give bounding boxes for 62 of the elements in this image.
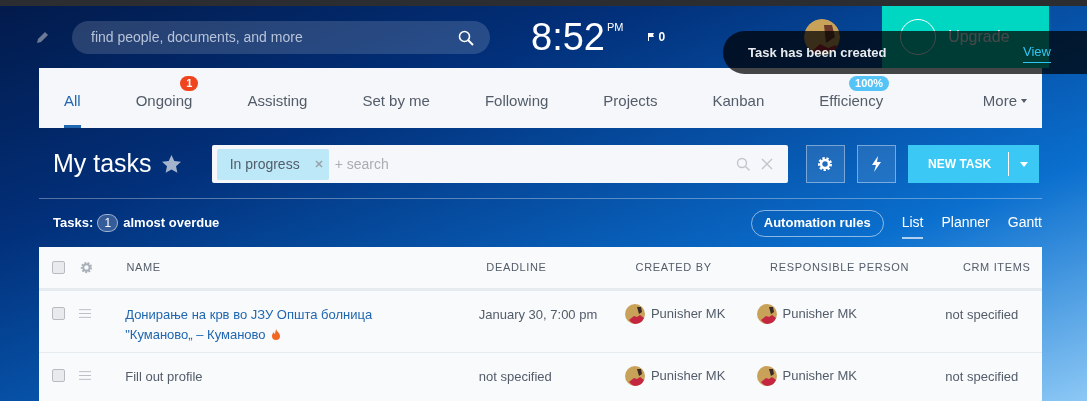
checkbox[interactable] <box>52 261 65 274</box>
tab[interactable]: Projects <box>603 91 658 128</box>
crm-text: not specified <box>945 306 1020 324</box>
drag-handle-icon[interactable] <box>78 371 92 380</box>
tab[interactable]: Assisting <box>247 91 308 128</box>
search-input[interactable]: + search <box>334 153 736 175</box>
filter-chip[interactable]: In progress <box>216 148 329 180</box>
avatar-icon <box>756 304 777 324</box>
settings-button[interactable] <box>805 145 845 183</box>
tab[interactable]: Efficiency <box>819 91 884 128</box>
flag-count: 0 <box>658 29 666 46</box>
toast-message: Task has been created <box>748 43 887 62</box>
responsible-name[interactable]: Punisher MK <box>782 366 857 386</box>
tab[interactable]: All <box>64 91 81 128</box>
clock-time: 8:52 <box>531 18 605 56</box>
automation-button[interactable] <box>856 145 896 183</box>
view-tab[interactable]: List <box>901 207 924 239</box>
clear-icon[interactable] <box>760 158 773 170</box>
column-header[interactable]: NAME <box>126 259 487 276</box>
tab[interactable]: Set by me <box>362 91 430 128</box>
column-header[interactable]: CREATED BY <box>635 259 771 276</box>
star-icon[interactable] <box>161 155 181 173</box>
avatar-icon <box>756 366 777 386</box>
task-title-link[interactable]: Fill out profile <box>125 367 439 387</box>
deadline-text[interactable]: not specified <box>478 367 625 387</box>
tab[interactable]: Kanban <box>712 91 765 128</box>
drag-handle-icon[interactable] <box>78 309 92 318</box>
settings-icon[interactable] <box>79 261 93 274</box>
checkbox[interactable] <box>52 307 65 320</box>
tasks-label: Tasks: <box>53 214 94 233</box>
clock-period: PM <box>606 20 624 35</box>
caret-icon[interactable] <box>1019 161 1028 167</box>
creator-name[interactable]: Punisher MK <box>650 304 726 324</box>
pencil-icon[interactable] <box>35 29 50 45</box>
tab[interactable]: Ongoing <box>135 91 193 128</box>
flag-icon[interactable] <box>648 33 655 41</box>
view-link[interactable]: View <box>1023 42 1051 63</box>
settings-icon <box>817 156 834 172</box>
filter-field[interactable]: In progress + search <box>211 145 788 183</box>
overdue-label[interactable]: almost overdue <box>123 213 220 233</box>
avatar-icon <box>624 304 645 324</box>
lightning-icon <box>871 156 882 172</box>
tab[interactable]: More <box>982 91 1027 128</box>
search-icon[interactable] <box>458 29 474 46</box>
creator-name[interactable]: Punisher MK <box>650 366 726 386</box>
avatar-icon <box>624 366 645 386</box>
column-header[interactable]: CRM ITEMS <box>962 259 1042 276</box>
task-title-link[interactable]: Донирање на крв во ЈЗУ Општа болница "Куманово„ – Куманово <box>125 305 439 344</box>
view-tab[interactable]: Planner <box>941 207 990 239</box>
tab-counter: 1 <box>180 76 199 91</box>
responsible-name[interactable]: Punisher MK <box>782 304 857 324</box>
checkbox[interactable] <box>52 369 65 382</box>
crm-text: not specified <box>945 368 1020 386</box>
view-tab[interactable]: Gantt <box>1007 207 1042 239</box>
close-icon[interactable] <box>314 160 323 168</box>
tab-counter: 100% <box>849 76 890 91</box>
column-header[interactable]: RESPONSIBLE PERSON <box>770 259 963 276</box>
overdue-counter[interactable]: 1 <box>97 214 119 232</box>
deadline-text[interactable]: January 30, 7:00 pm <box>478 305 625 325</box>
page-title: My tasks <box>53 148 152 180</box>
tab[interactable]: Following <box>484 91 549 128</box>
column-header[interactable]: DEADLINE <box>486 259 636 276</box>
